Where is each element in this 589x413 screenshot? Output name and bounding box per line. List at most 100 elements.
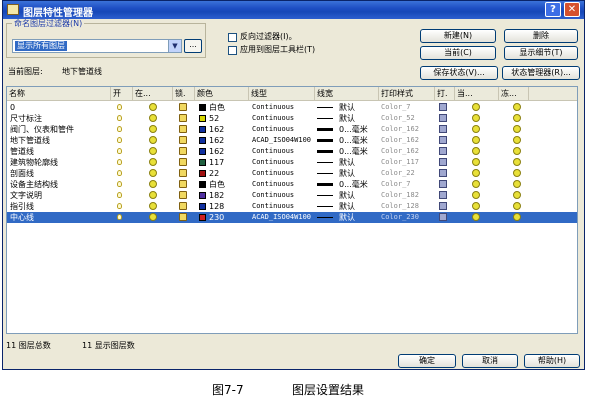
chevron-down-icon[interactable]: ▼ (168, 40, 181, 52)
layer-color-name[interactable]: 162 (209, 146, 224, 157)
sun-icon[interactable] (149, 136, 157, 144)
printer-icon[interactable] (439, 191, 447, 199)
delete-layer-button[interactable]: 删除 (504, 29, 578, 43)
unlock-icon[interactable] (179, 169, 187, 177)
layer-color-name[interactable]: 白色 (209, 102, 225, 113)
layer-name[interactable]: 建筑物轮廓线 (10, 157, 58, 168)
unlock-icon[interactable] (179, 180, 187, 188)
table-row[interactable]: 地下管道线 162 ACAD_ISO04W100 0...毫米 Color_162 (7, 135, 577, 146)
printer-icon[interactable] (439, 169, 447, 177)
unlock-icon[interactable] (179, 114, 187, 122)
viewport-freeze-icon[interactable] (472, 191, 480, 199)
viewport-freeze-icon[interactable] (472, 202, 480, 210)
viewport-freeze-icon[interactable] (472, 147, 480, 155)
bulb-icon[interactable] (117, 181, 122, 187)
layer-name[interactable]: 设备主结构线 (10, 179, 58, 190)
layer-color-name[interactable]: 162 (209, 124, 224, 135)
printer-icon[interactable] (439, 147, 447, 155)
ok-button[interactable]: 确定 (398, 354, 456, 368)
layer-lineweight[interactable]: 默认 (339, 190, 355, 201)
viewport-freeze-icon[interactable] (472, 158, 480, 166)
layer-name[interactable]: 阀门、仪表和管件 (10, 124, 74, 135)
printer-icon[interactable] (439, 158, 447, 166)
new-layer-button[interactable]: 新建(N) (420, 29, 496, 43)
color-swatch[interactable] (199, 181, 206, 188)
col-header-plot-style[interactable]: 打印样式 (379, 87, 435, 100)
bulb-icon[interactable] (117, 214, 122, 220)
bulb-icon[interactable] (117, 203, 122, 209)
col-header-on[interactable]: 开 (111, 87, 133, 100)
sun-icon[interactable] (149, 125, 157, 133)
table-row[interactable]: 设备主结构线 白色 Continuous 0...毫米 Color_7 (7, 179, 577, 190)
sun-icon[interactable] (149, 180, 157, 188)
layer-lineweight[interactable]: 默认 (339, 157, 355, 168)
layer-lineweight[interactable]: 0...毫米 (339, 146, 368, 157)
printer-icon[interactable] (439, 180, 447, 188)
set-current-button[interactable]: 当前(C) (420, 46, 496, 60)
unlock-icon[interactable] (179, 136, 187, 144)
layer-lineweight[interactable]: 默认 (339, 201, 355, 212)
table-row[interactable]: 指引线 128 Continuous 默认 Color_128 (7, 201, 577, 212)
layer-linetype[interactable]: Continuous (252, 190, 294, 201)
layer-name[interactable]: 中心线 (10, 212, 34, 223)
color-swatch[interactable] (199, 159, 206, 166)
new-viewport-freeze-icon[interactable] (513, 147, 521, 155)
new-viewport-freeze-icon[interactable] (513, 213, 521, 221)
help-button[interactable]: 帮助(H) (524, 354, 580, 368)
unlock-icon[interactable] (179, 213, 187, 221)
color-swatch[interactable] (199, 170, 206, 177)
filter-combobox[interactable]: 显示所有图层 ▼ (12, 39, 182, 53)
layer-linetype[interactable]: Continuous (252, 168, 294, 179)
color-swatch[interactable] (199, 214, 206, 221)
layer-lineweight[interactable]: 0...毫米 (339, 179, 368, 190)
title-bar[interactable]: 图层特性管理器 ? ✕ (3, 1, 584, 19)
layer-name[interactable]: 剖面线 (10, 168, 34, 179)
apply-toolbar-checkbox[interactable] (228, 46, 237, 55)
color-swatch[interactable] (199, 192, 206, 199)
layer-lineweight[interactable]: 默认 (339, 168, 355, 179)
cancel-button[interactable]: 取消 (462, 354, 518, 368)
layer-color-name[interactable]: 117 (209, 157, 224, 168)
printer-icon[interactable] (439, 136, 447, 144)
new-viewport-freeze-icon[interactable] (513, 169, 521, 177)
sun-icon[interactable] (149, 114, 157, 122)
printer-icon[interactable] (439, 213, 447, 221)
layer-linetype[interactable]: Continuous (252, 102, 294, 113)
col-header-lock[interactable]: 锁. (173, 87, 195, 100)
bulb-icon[interactable] (117, 159, 122, 165)
table-row[interactable]: 中心线 230 ACAD_ISO04W100 默认 Color_230 (7, 212, 577, 223)
col-header-color[interactable]: 颜色 (195, 87, 249, 100)
viewport-freeze-icon[interactable] (472, 169, 480, 177)
layer-name[interactable]: 管道线 (10, 146, 34, 157)
sun-icon[interactable] (149, 158, 157, 166)
invert-filter-checkbox[interactable] (228, 33, 237, 42)
new-viewport-freeze-icon[interactable] (513, 158, 521, 166)
viewport-freeze-icon[interactable] (472, 180, 480, 188)
state-manager-button[interactable]: 状态管理器(R)... (502, 66, 580, 80)
table-row[interactable]: 0 白色 Continuous 默认 Color_7 (7, 102, 577, 113)
printer-icon[interactable] (439, 114, 447, 122)
table-row[interactable]: 管道线 162 Continuous 0...毫米 Color_162 (7, 146, 577, 157)
viewport-freeze-icon[interactable] (472, 213, 480, 221)
table-row[interactable]: 剖面线 22 Continuous 默认 Color_22 (7, 168, 577, 179)
viewport-freeze-icon[interactable] (472, 103, 480, 111)
layer-name[interactable]: 地下管道线 (10, 135, 50, 146)
sun-icon[interactable] (149, 147, 157, 155)
new-viewport-freeze-icon[interactable] (513, 202, 521, 210)
layer-linetype[interactable]: ACAD_ISO04W100 (252, 212, 311, 223)
col-header-name[interactable]: 名称 (7, 87, 111, 100)
bulb-icon[interactable] (117, 148, 122, 154)
viewport-freeze-icon[interactable] (472, 136, 480, 144)
layer-linetype[interactable]: Continuous (252, 124, 294, 135)
unlock-icon[interactable] (179, 191, 187, 199)
layer-lineweight[interactable]: 默认 (339, 212, 355, 223)
layer-lineweight[interactable]: 0...毫米 (339, 124, 368, 135)
bulb-icon[interactable] (117, 115, 122, 121)
color-swatch[interactable] (199, 148, 206, 155)
color-swatch[interactable] (199, 126, 206, 133)
layer-linetype[interactable]: Continuous (252, 157, 294, 168)
unlock-icon[interactable] (179, 125, 187, 133)
sun-icon[interactable] (149, 202, 157, 210)
layer-name[interactable]: 0 (10, 102, 15, 113)
col-header-lineweight[interactable]: 线宽 (315, 87, 379, 100)
